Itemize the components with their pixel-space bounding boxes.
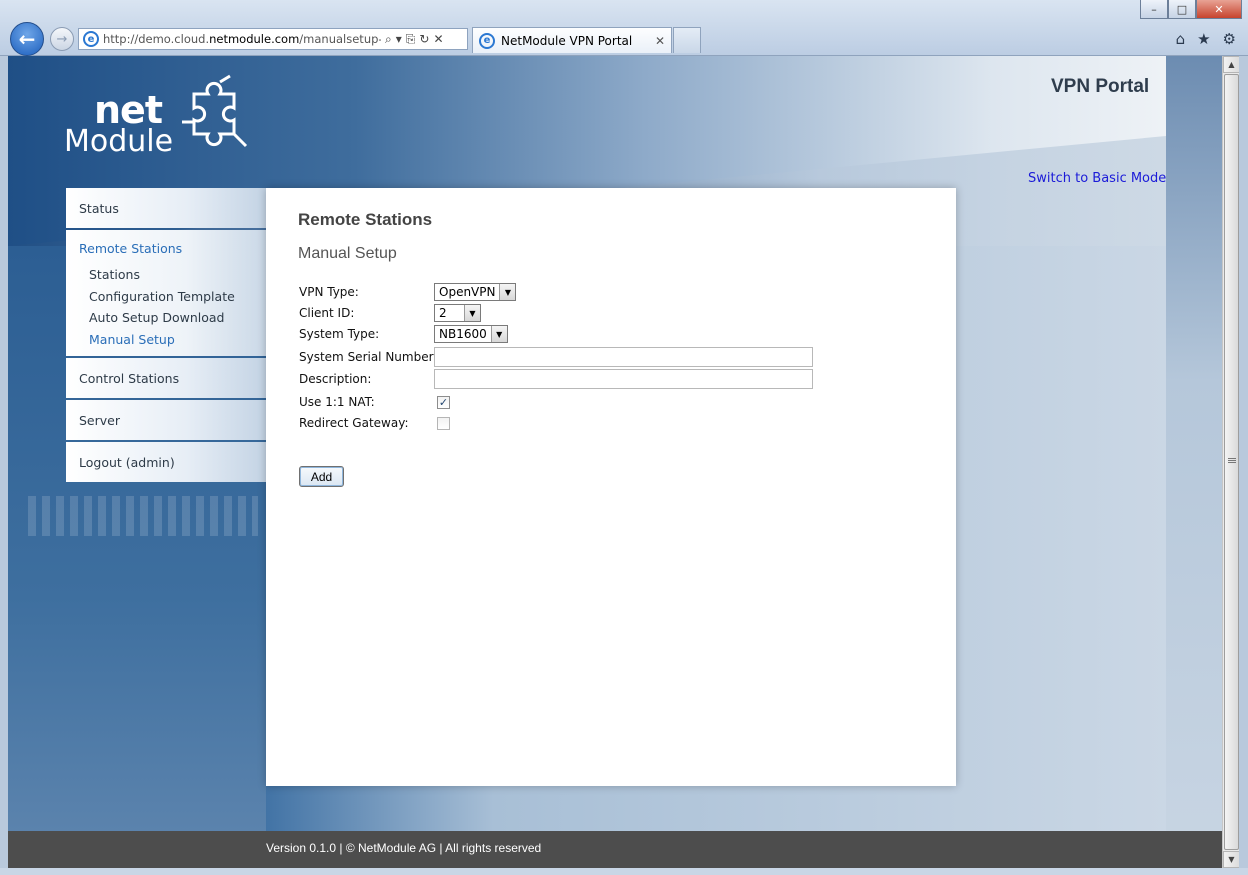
chevron-down-icon[interactable]: ▼ xyxy=(464,305,480,321)
home-icon[interactable]: ⌂ xyxy=(1176,30,1186,48)
description-label: Description: xyxy=(299,372,372,386)
vpn-type-select[interactable]: OpenVPN ▼ xyxy=(434,283,517,301)
forward-arrow-icon: → xyxy=(56,31,68,47)
address-tools: ⌕ ▾ ⎘ ↻ ✕ xyxy=(385,32,444,47)
client-id-label: Client ID: xyxy=(299,306,355,320)
right-background xyxy=(1166,56,1222,868)
nav-item-control-stations[interactable]: Control Stations xyxy=(66,358,266,398)
scroll-up-icon[interactable]: ▲ xyxy=(1223,56,1240,73)
page-subtitle: Manual Setup xyxy=(298,245,397,262)
ie-icon: e xyxy=(83,31,99,47)
search-icon[interactable]: ⌕ xyxy=(385,32,392,47)
puzzle-logo-icon xyxy=(182,74,248,148)
page-footer: Version 0.1.0 | © NetModule AG | All rig… xyxy=(8,831,1222,868)
scrollbar-grip-icon xyxy=(1228,458,1236,464)
tab-title: NetModule VPN Portal xyxy=(501,33,633,48)
address-bar[interactable]: e http://demo.cloud.netmodule.com/manual… xyxy=(78,28,468,50)
nav-subitem-auto-setup-download[interactable]: Auto Setup Download xyxy=(79,307,266,329)
nav-group-remote-stations: Remote Stations Stations Configuration T… xyxy=(66,230,266,356)
client-id-select[interactable]: 2 ▼ xyxy=(434,304,481,322)
system-type-select[interactable]: NB1600 ▼ xyxy=(434,325,508,343)
chevron-down-icon[interactable]: ▼ xyxy=(490,326,507,342)
portal-title: VPN Portal xyxy=(1051,76,1150,97)
nat-row: Use 1:1 NAT: ✓ xyxy=(299,392,450,412)
redirect-gateway-label: Redirect Gateway: xyxy=(299,416,409,430)
background-decoration xyxy=(28,496,258,536)
nav-item-server[interactable]: Server xyxy=(66,400,266,440)
browser-toolbar-right: ⌂ ★ ⚙ xyxy=(1176,30,1236,48)
vpn-type-value: OpenVPN xyxy=(439,285,496,299)
window-left-edge xyxy=(0,56,8,868)
system-type-value: NB1600 xyxy=(439,327,487,341)
browser-chrome: – □ ✕ ← → e http://demo.cloud.netmodule.… xyxy=(0,0,1248,56)
nat-checkbox[interactable]: ✓ xyxy=(437,395,450,409)
add-button[interactable]: Add xyxy=(299,466,344,487)
sidebar-nav: Status Remote Stations Stations Configur… xyxy=(66,188,266,484)
logo-module-text: Module xyxy=(64,124,174,159)
favorites-star-icon[interactable]: ★ xyxy=(1197,30,1210,48)
dropdown-arrow-icon[interactable]: ▾ xyxy=(396,32,402,47)
nav-item-status[interactable]: Status xyxy=(66,188,266,228)
url-suffix: /manualsetup-joi xyxy=(299,32,381,46)
page-viewport: net Module VPN Portal Switch to Basic Mo… xyxy=(8,56,1222,868)
redirect-gateway-checkbox[interactable] xyxy=(437,416,450,430)
window-right-edge xyxy=(1239,56,1248,868)
close-window-button[interactable]: ✕ xyxy=(1196,0,1242,19)
settings-gear-icon[interactable]: ⚙ xyxy=(1223,30,1236,48)
refresh-icon[interactable]: ↻ xyxy=(419,32,429,47)
main-content-panel: Remote Stations Manual Setup VPN Type: O… xyxy=(266,188,956,786)
vpn-type-label: VPN Type: xyxy=(299,285,359,299)
vertical-scrollbar[interactable]: ▲ ▼ xyxy=(1222,56,1240,868)
client-id-row: Client ID: 2 ▼ xyxy=(299,303,481,323)
description-input[interactable] xyxy=(434,369,813,389)
tab-close-icon[interactable]: ✕ xyxy=(655,34,665,48)
redirect-gateway-row: Redirect Gateway: xyxy=(299,413,450,433)
chevron-down-icon[interactable]: ▼ xyxy=(499,284,516,300)
window-controls: – □ ✕ xyxy=(1140,0,1242,19)
netmodule-logo[interactable]: net Module xyxy=(64,74,254,186)
vpn-type-row: VPN Type: OpenVPN ▼ xyxy=(299,282,517,302)
minimize-button[interactable]: – xyxy=(1140,0,1168,19)
nav-subitem-configuration-template[interactable]: Configuration Template xyxy=(79,286,266,308)
footer-text: Version 0.1.0 | © NetModule AG | All rig… xyxy=(266,841,542,855)
system-type-label: System Type: xyxy=(299,327,380,341)
browser-tab[interactable]: e NetModule VPN Portal ✕ xyxy=(472,27,672,53)
forward-button[interactable]: → xyxy=(50,27,74,51)
switch-to-basic-mode-link[interactable]: Switch to Basic Mode xyxy=(1028,171,1166,186)
window-bottom-edge xyxy=(0,868,1248,875)
page-title: Remote Stations xyxy=(298,210,433,229)
serial-number-label: System Serial Number: xyxy=(299,350,438,364)
serial-number-row: System Serial Number: xyxy=(299,347,813,367)
client-id-value: 2 xyxy=(439,306,447,320)
nav-item-remote-stations[interactable]: Remote Stations xyxy=(79,241,266,256)
nav-item-logout[interactable]: Logout (admin) xyxy=(66,442,266,482)
back-arrow-icon: ← xyxy=(18,27,36,51)
compatibility-icon[interactable]: ⎘ xyxy=(406,32,416,47)
serial-number-input[interactable] xyxy=(434,347,813,367)
url-text[interactable]: http://demo.cloud.netmodule.com/manualse… xyxy=(103,32,381,46)
url-domain: netmodule.com xyxy=(209,32,300,46)
scroll-down-icon[interactable]: ▼ xyxy=(1223,851,1240,868)
maximize-button[interactable]: □ xyxy=(1168,0,1196,19)
stop-icon[interactable]: ✕ xyxy=(433,32,443,47)
description-row: Description: xyxy=(299,369,813,389)
system-type-row: System Type: NB1600 ▼ xyxy=(299,324,508,344)
scrollbar-thumb[interactable] xyxy=(1224,74,1239,850)
nav-subitem-manual-setup[interactable]: Manual Setup xyxy=(79,329,266,351)
nat-label: Use 1:1 NAT: xyxy=(299,395,375,409)
back-button[interactable]: ← xyxy=(10,22,44,56)
tab-favicon-icon: e xyxy=(479,32,495,49)
new-tab-button[interactable] xyxy=(673,27,701,53)
url-prefix: http://demo.cloud. xyxy=(103,32,210,46)
nav-subitem-stations[interactable]: Stations xyxy=(79,264,266,286)
